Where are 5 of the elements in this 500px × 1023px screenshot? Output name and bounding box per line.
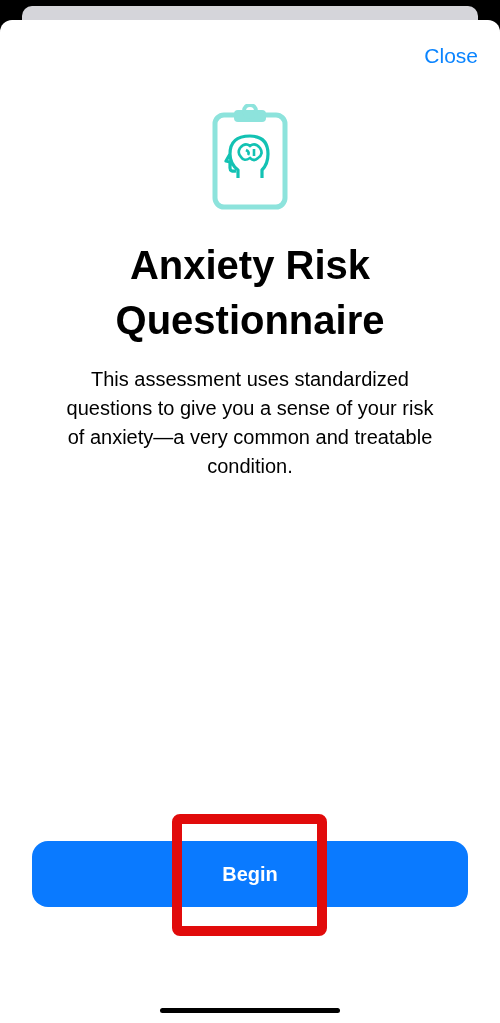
begin-button[interactable]: Begin [32, 841, 468, 907]
title: Anxiety Risk Questionnaire [114, 242, 386, 344]
description: This assessment uses standardized questions to give you a sense of your risk of anxiety—a very common and treatable condition. [65, 367, 435, 479]
close-button[interactable]: Close [424, 42, 478, 70]
clipboard-head-icon [212, 104, 288, 210]
